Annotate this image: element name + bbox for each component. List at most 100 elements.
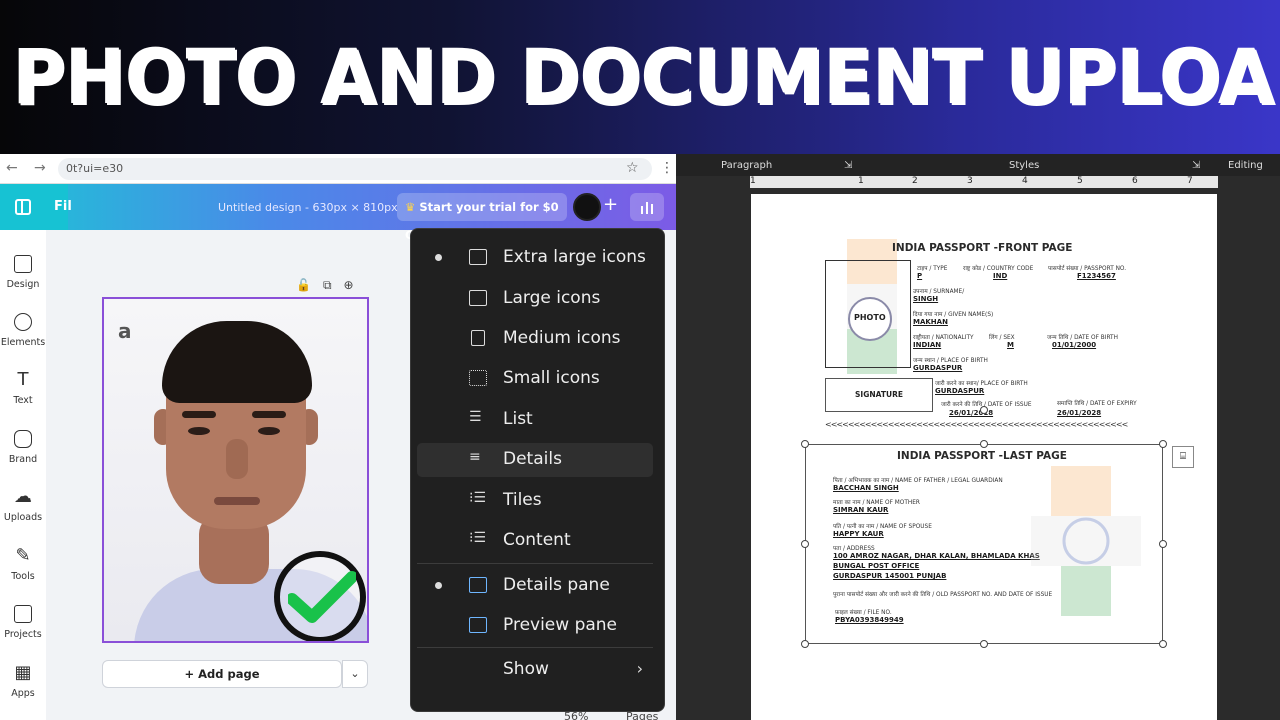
- field-label: जन्म तिथि / DATE OF BIRTH: [1047, 335, 1118, 341]
- styles-expand-icon[interactable]: ⇲: [1192, 160, 1200, 171]
- field-value: BACCHAN SINGH: [833, 484, 899, 492]
- menu-item-details-pane[interactable]: Details pane: [417, 569, 653, 603]
- details-pane-icon: [469, 577, 487, 593]
- sidebar-item-design[interactable]: Design: [0, 255, 46, 290]
- resize-handle[interactable]: [1159, 640, 1167, 648]
- chevron-right-icon: ›: [636, 659, 643, 678]
- ruler-number: 5: [1077, 176, 1083, 186]
- content-icon: ⁝☰: [469, 530, 487, 546]
- nose-shape: [226, 439, 248, 479]
- selected-bullet-icon: [435, 254, 442, 261]
- paragraph-expand-icon[interactable]: ⇲: [844, 160, 852, 171]
- plus-icon[interactable]: +: [603, 194, 618, 215]
- duplicate-icon[interactable]: ⧉: [323, 278, 344, 292]
- menu-divider: [417, 647, 653, 648]
- menu-item-content[interactable]: ⁝☰ Content: [417, 524, 653, 558]
- resize-handle[interactable]: [1159, 540, 1167, 548]
- design-name[interactable]: Untitled design - 630px × 810px: [218, 201, 398, 214]
- text-icon: T: [17, 369, 29, 390]
- ribbon-paragraph[interactable]: Paragraph: [721, 160, 772, 171]
- resize-handle[interactable]: [1159, 440, 1167, 448]
- resize-handle[interactable]: [801, 540, 809, 548]
- browser-bar: ← → 0t?ui=e30 ☆ ⋮: [0, 154, 676, 184]
- ruler-number: 2: [912, 176, 918, 186]
- sidebar-label: Text: [13, 395, 33, 406]
- ruler[interactable]: 1 1 2 3 4 5 6 7: [750, 176, 1218, 188]
- menu-label: Medium icons: [503, 328, 621, 348]
- field-label: पिता / अभिभावक का नाम / NAME OF FATHER /…: [833, 478, 1003, 484]
- banner-title: PHOTO AND DOCUMENT UPLOAD: [12, 32, 1280, 121]
- sidebar-label: Elements: [0, 337, 46, 348]
- browser-menu-icon[interactable]: ⋮: [660, 160, 674, 176]
- sidebar-label: Design: [6, 279, 40, 290]
- menu-item-preview-pane[interactable]: Preview pane: [417, 609, 653, 643]
- bookmark-star-icon[interactable]: ☆: [626, 160, 639, 176]
- resize-handle[interactable]: [801, 640, 809, 648]
- field-label: पता / ADDRESS: [833, 546, 875, 552]
- add-page-icon[interactable]: ⊕: [344, 278, 366, 292]
- sidebar-item-uploads[interactable]: ☁ Uploads: [0, 488, 46, 524]
- back-icon[interactable]: ←: [6, 160, 18, 176]
- signature-box: SIGNATURE: [825, 378, 933, 412]
- layout-options-icon[interactable]: ⌸: [1172, 446, 1194, 468]
- bar-chart-icon: [641, 202, 653, 214]
- menu-item-large-icons[interactable]: Large icons: [417, 282, 653, 316]
- sidebar-toggle-icon[interactable]: [15, 199, 31, 215]
- menu-label: List: [503, 409, 533, 429]
- photo-letter: a: [118, 319, 132, 343]
- sidebar-label: Brand: [8, 454, 38, 465]
- menu-item-tiles[interactable]: ⁝☰ Tiles: [417, 484, 653, 518]
- sidebar-item-tools[interactable]: ✎ Tools: [0, 545, 46, 583]
- canva-header: Fil Untitled design - 630px × 810px ♛ Sta…: [0, 184, 676, 242]
- menu-item-details[interactable]: ≡ Details: [417, 443, 653, 477]
- field-value: HAPPY KAUR: [833, 530, 884, 538]
- eye-left: [188, 427, 210, 435]
- last-page-title: INDIA PASSPORT -LAST PAGE: [897, 450, 1067, 462]
- avatar[interactable]: [573, 193, 601, 221]
- field-value: SINGH: [913, 295, 939, 303]
- sidebar-item-apps[interactable]: ▦ Apps: [0, 664, 46, 700]
- file-tab[interactable]: Fil: [0, 184, 72, 230]
- field-value: GURDASPUR: [913, 364, 963, 372]
- sidebar-item-brand[interactable]: Brand: [0, 430, 46, 465]
- sidebar-label: Tools: [11, 571, 35, 582]
- menu-item-list[interactable]: ☰ List: [417, 403, 653, 437]
- sidebar-item-projects[interactable]: Projects: [0, 605, 46, 640]
- ruler-number: 3: [967, 176, 973, 186]
- menu-item-medium-icons[interactable]: Medium icons: [417, 322, 653, 356]
- field-value: GURDASPUR 145001 PUNJAB: [833, 572, 947, 580]
- sidebar-item-elements[interactable]: Elements: [0, 313, 46, 348]
- menu-label: Content: [503, 530, 571, 550]
- ribbon-styles[interactable]: Styles: [1009, 160, 1039, 171]
- resize-handle[interactable]: [801, 440, 809, 448]
- chevron-down-icon[interactable]: ⌄: [342, 660, 368, 688]
- file-menu-label[interactable]: Fil: [54, 199, 72, 214]
- document-page[interactable]: INDIA PASSPORT -FRONT PAGE PHOTO SIGNATU…: [751, 194, 1217, 720]
- crown-icon: ♛: [405, 200, 416, 214]
- field-label: राष्ट्रीयता / NATIONALITY: [913, 335, 974, 341]
- resize-handle[interactable]: [980, 440, 988, 448]
- design-canvas: 🔓⧉⊕ a + Add page ⌄: [46, 230, 410, 720]
- forward-icon[interactable]: →: [34, 160, 46, 176]
- field-label: टाइप / TYPE: [917, 266, 948, 272]
- menu-item-show[interactable]: Show ›: [417, 653, 653, 687]
- field-label: लिंग / SEX: [989, 335, 1015, 341]
- rotate-handle-icon[interactable]: [980, 406, 988, 414]
- menu-item-small-icons[interactable]: Small icons: [417, 362, 653, 396]
- photo-element[interactable]: a: [102, 297, 369, 643]
- eyebrow-right: [252, 411, 286, 418]
- elements-icon: [14, 313, 32, 331]
- insights-button[interactable]: [630, 193, 664, 221]
- pen-icon: ✎: [15, 545, 31, 566]
- monitor-icon: [469, 290, 487, 306]
- sidebar-label: Uploads: [3, 512, 43, 523]
- ribbon-editing[interactable]: Editing: [1228, 160, 1263, 171]
- add-page-button[interactable]: + Add page: [102, 660, 342, 688]
- resize-handle[interactable]: [980, 640, 988, 648]
- menu-item-extra-large-icons[interactable]: Extra large icons: [417, 241, 653, 275]
- lock-icon[interactable]: 🔓: [296, 278, 323, 292]
- start-trial-button[interactable]: ♛Start your trial for $0 CAD: [397, 193, 567, 242]
- sidebar-item-text[interactable]: T Text: [0, 369, 46, 407]
- small-icons-icon: [469, 370, 487, 386]
- address-bar[interactable]: 0t?ui=e30: [58, 158, 652, 180]
